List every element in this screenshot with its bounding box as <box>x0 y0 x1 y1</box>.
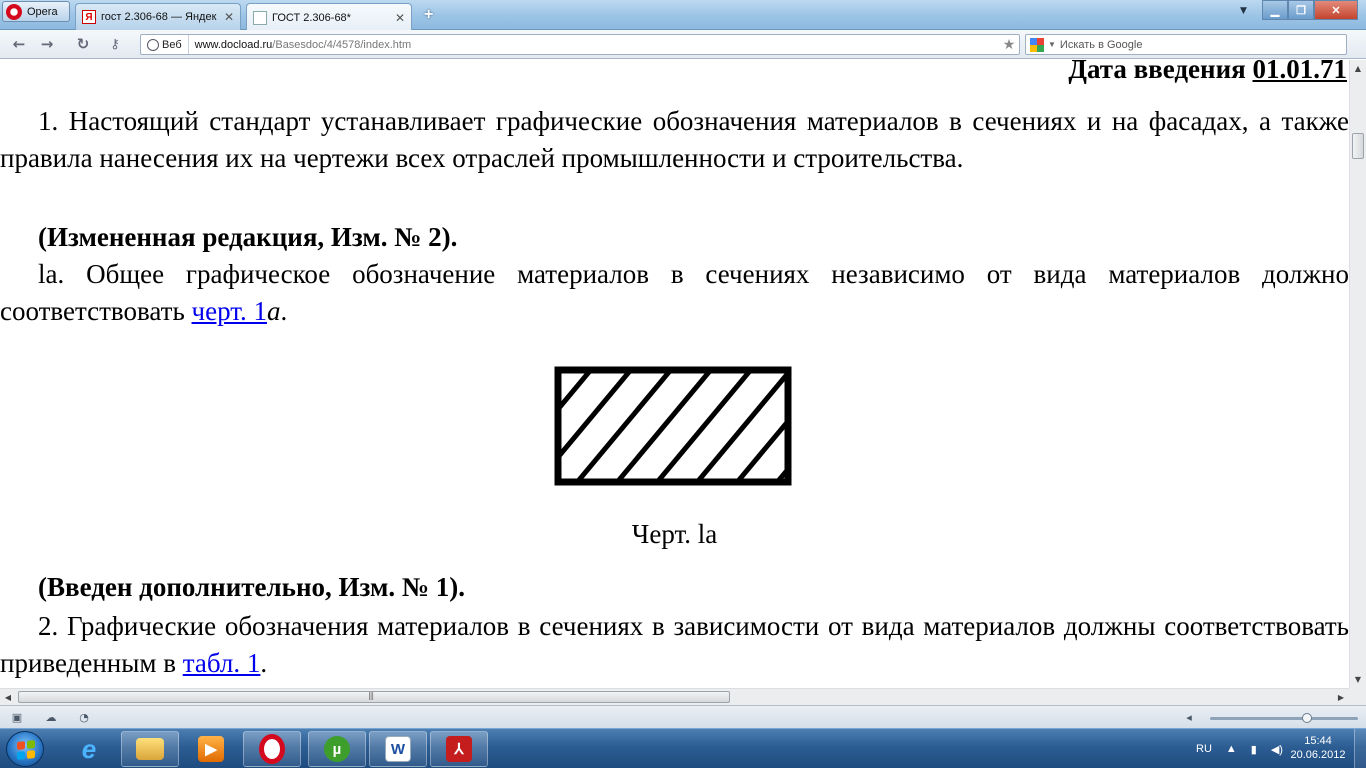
tab-title: ГОСТ 2.306-68* <box>272 11 351 24</box>
clock[interactable]: 15:44 20.06.2012 <box>1290 734 1346 762</box>
search-engine-dropdown-icon[interactable]: ▼ <box>1048 40 1056 49</box>
address-bar[interactable]: Веб www.docload.ru/Basesdoc/4/4578/index… <box>140 34 1020 55</box>
scroll-right-icon[interactable]: ▶ <box>1333 689 1349 705</box>
navigation-bar: ← → ↻ ⚷ Веб www.docload.ru/Basesdoc/4/45… <box>0 30 1366 59</box>
show-desktop-button[interactable] <box>1354 729 1366 768</box>
paragraph-1a-end: . <box>280 296 288 326</box>
vertical-scroll-thumb[interactable] <box>1352 133 1364 159</box>
tab-gost[interactable]: ГОСТ 2.306-68* ✕ <box>246 3 412 31</box>
opera-menu-button[interactable]: Opera <box>2 1 70 22</box>
clock-date: 20.06.2012 <box>1290 749 1346 761</box>
file-explorer-icon[interactable] <box>121 731 179 767</box>
search-field[interactable]: ▼ Искать в Google <box>1025 34 1347 55</box>
date-value: 01.01.71 <box>1252 60 1348 84</box>
internet-explorer-icon[interactable]: e <box>60 731 118 767</box>
paragraph-1: 1. Настоящий стандарт устанавливает граф… <box>0 106 1349 173</box>
scroll-down-icon[interactable]: ▼ <box>1350 671 1366 688</box>
url-path: /Basesdoc/4/4578/index.htm <box>272 38 412 51</box>
tab-list-icon[interactable]: ▼ <box>1240 6 1247 16</box>
zoom-slider-knob[interactable] <box>1302 713 1312 723</box>
page-viewport: Дата введения 01.01.71 1. Настоящий стан… <box>0 60 1349 688</box>
figure-caption: Черт. la <box>631 519 718 549</box>
restore-button[interactable]: ❐ <box>1288 0 1314 20</box>
zoom-slider[interactable] <box>1210 713 1358 723</box>
back-icon[interactable]: ← <box>8 34 30 54</box>
volume-icon[interactable]: ◀) <box>1271 743 1283 756</box>
paragraph-1-edition-note: (Измененная редакция, Изм. № 2). <box>38 222 458 252</box>
opera-icon[interactable] <box>243 731 301 767</box>
close-icon[interactable]: ✕ <box>222 10 236 24</box>
yandex-icon: Я <box>82 10 96 24</box>
horizontal-scroll-thumb[interactable] <box>18 691 730 703</box>
paragraph-2-end: . <box>260 648 268 678</box>
window-controls: ▁ ❐ ✕ <box>1262 0 1358 20</box>
windows-logo-icon <box>17 740 35 760</box>
figure-1a-link[interactable]: черт. 1 <box>192 296 267 326</box>
bookmark-star-icon[interactable]: ★ <box>999 36 1019 53</box>
tab-title: гост 2.306-68 — Яндекс... <box>101 11 217 23</box>
globe-icon <box>147 38 159 51</box>
figure-1a-link-suffix: а <box>267 296 281 326</box>
opera-unite-icon[interactable]: ☁ <box>44 710 58 724</box>
media-player-icon[interactable]: ▶ <box>182 731 240 767</box>
panel-toggle-icon[interactable]: ▣ <box>10 710 24 724</box>
url-domain: www.docload.ru <box>194 38 273 51</box>
scroll-left-icon[interactable]: ◀ <box>0 689 16 705</box>
minimize-button[interactable]: ▁ <box>1262 0 1288 20</box>
pdf-reader-icon[interactable]: ⅄ <box>430 731 488 767</box>
vertical-scrollbar[interactable]: ▲ ▼ <box>1349 60 1366 688</box>
scrollbar-corner <box>1349 688 1366 705</box>
close-icon[interactable]: ✕ <box>393 11 407 25</box>
system-tray: RU ▲ ▮ ◀) <box>1196 729 1283 768</box>
google-icon <box>1030 37 1044 52</box>
hatched-section-figure <box>554 366 792 486</box>
utorrent-icon[interactable]: µ <box>308 731 366 767</box>
scope-label: Веб <box>162 38 182 51</box>
introduction-date: Дата введения 01.01.71 <box>1068 60 1347 88</box>
scroll-grip-icon: ||| <box>368 691 374 700</box>
paragraph-1a-added-note: (Введен дополнительно, Изм. № 1). <box>38 572 465 602</box>
paragraph-1a: la. Общее графическое обозначение матери… <box>0 256 1349 330</box>
status-bar: ▣ ☁ ◔ ◂ <box>0 705 1366 728</box>
language-indicator[interactable]: RU <box>1196 743 1212 755</box>
key-icon[interactable]: ⚷ <box>104 34 126 54</box>
tab-yandex[interactable]: Я гост 2.306-68 — Яндекс... ✕ <box>75 3 241 30</box>
url-text[interactable]: www.docload.ru/Basesdoc/4/4578/index.htm <box>189 39 999 51</box>
table-1-link[interactable]: табл. 1 <box>183 648 261 678</box>
new-tab-button[interactable]: + <box>424 6 433 24</box>
show-hidden-icons-icon[interactable]: ▲ <box>1226 743 1237 755</box>
date-label: Дата введения <box>1068 60 1246 84</box>
battery-icon[interactable]: ▮ <box>1251 743 1257 756</box>
document-icon <box>253 10 267 25</box>
opera-logo-icon <box>6 3 22 20</box>
word-icon[interactable]: W <box>369 731 427 767</box>
search-placeholder: Искать в Google <box>1059 38 1143 51</box>
paragraph-2: 2. Графические обозначения материалов в … <box>0 608 1349 682</box>
tab-bar: Opera Я гост 2.306-68 — Яндекс... ✕ ГОСТ… <box>0 0 1366 31</box>
reload-icon[interactable]: ↻ <box>72 34 94 54</box>
turbo-icon[interactable]: ◔ <box>77 710 91 724</box>
windows-taskbar: e ▶ µ W ⅄ RU ▲ ▮ ◀) 15:44 20.06.2012 <box>0 728 1366 768</box>
horizontal-scrollbar[interactable]: ◀ ||| ▶ <box>0 688 1349 705</box>
clock-time: 15:44 <box>1304 735 1332 747</box>
opera-menu-label: Opera <box>27 5 58 18</box>
view-options-icon[interactable]: ◂ <box>1182 710 1196 724</box>
start-button[interactable] <box>6 731 44 767</box>
forward-icon[interactable]: → <box>36 34 58 54</box>
close-window-button[interactable]: ✕ <box>1314 0 1358 20</box>
scroll-up-icon[interactable]: ▲ <box>1350 60 1366 77</box>
scope-badge[interactable]: Веб <box>141 35 189 54</box>
